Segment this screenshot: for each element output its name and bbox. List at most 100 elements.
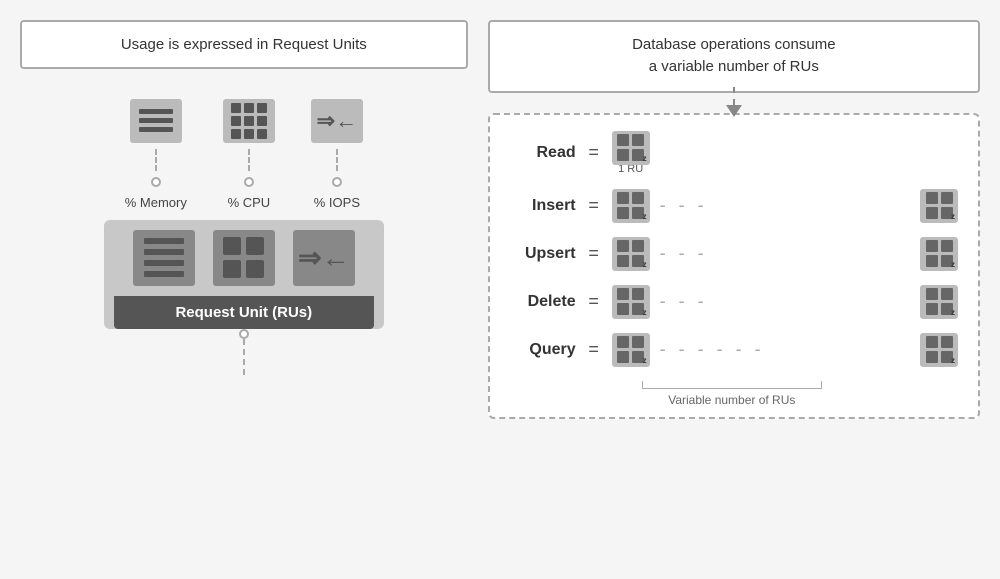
- op-equals-delete: =: [586, 291, 602, 312]
- upsert-db-grid-2: [926, 240, 953, 267]
- read-db-icon: z: [612, 131, 650, 165]
- ru-cpu-cell-3: [223, 260, 241, 278]
- upsert-db-badge-1: z: [643, 260, 647, 269]
- ru-label: Request Unit (RUs): [114, 296, 374, 329]
- upsert-db-grid-1: [617, 240, 644, 267]
- memory-icon-box: [130, 99, 182, 143]
- op-label-upsert: Upsert: [506, 245, 576, 263]
- insert-db-icon-2: z: [920, 189, 958, 223]
- op-label-insert: Insert: [506, 197, 576, 215]
- q-db-c7: [926, 351, 938, 363]
- q-db-c2: [632, 336, 644, 348]
- variable-text: Variable number of RUs: [668, 393, 795, 407]
- arrow-down-icon: [726, 105, 742, 117]
- memory-circle: [151, 177, 161, 187]
- op-equals-upsert: =: [586, 243, 602, 264]
- q-db-c1: [617, 336, 629, 348]
- cpu-cell-5: [244, 116, 254, 126]
- memory-label: % Memory: [125, 195, 187, 210]
- op-row-insert: Insert = z - - -: [506, 189, 958, 223]
- u-db-c6: [941, 240, 953, 252]
- upsert-db-badge-2: z: [951, 260, 955, 269]
- right-title-text: Database operations consumea variable nu…: [632, 36, 835, 76]
- ru-cpu-cell-1: [223, 237, 241, 255]
- arrow-dashed-line: [733, 87, 735, 105]
- i-db-c5: [926, 192, 938, 204]
- q-db-c6: [941, 336, 953, 348]
- variable-bracket: [642, 381, 822, 389]
- i-db-c1: [617, 192, 629, 204]
- i-db-c2: [632, 192, 644, 204]
- ru-mem-line-2: [144, 249, 184, 255]
- insert-dashes: - - -: [660, 195, 910, 216]
- resources-section: % Memory: [20, 99, 468, 375]
- delete-db-grid-1: [617, 288, 644, 315]
- insert-db-badge-1: z: [643, 212, 647, 221]
- op-equals-read: =: [586, 142, 602, 163]
- op-row-delete: Delete = z - - -: [506, 285, 958, 319]
- d-db-c1: [617, 288, 629, 300]
- ru-mem-line-1: [144, 238, 184, 244]
- ru-memory-icon: [134, 230, 194, 285]
- insert-db-icon-1: z: [612, 189, 650, 223]
- d-db-c5: [926, 288, 938, 300]
- ru-dashed-down: [243, 339, 245, 375]
- op-equals-query: =: [586, 339, 602, 360]
- delete-db-icon-1: z: [612, 285, 650, 319]
- cpu-icon-box: [223, 99, 275, 143]
- r-db-c3: [617, 149, 629, 161]
- query-db-badge-1: z: [643, 356, 647, 365]
- query-db-grid-1: [617, 336, 644, 363]
- u-db-c7: [926, 255, 938, 267]
- i-db-c6: [941, 192, 953, 204]
- iops-icon: ⇒←: [317, 108, 357, 134]
- right-title: Database operations consumea variable nu…: [488, 20, 980, 93]
- ru-cpu-icon-box: [213, 230, 275, 286]
- op-row-query: Query = z - - - - - -: [506, 333, 958, 367]
- cpu-cell-1: [231, 103, 241, 113]
- left-panel: Usage is expressed in Request Units %: [20, 20, 468, 560]
- ru-icons-row: ⇒←: [133, 230, 355, 286]
- d-db-c2: [632, 288, 644, 300]
- ru-cpu-icon: [215, 229, 272, 286]
- i-db-c7: [926, 207, 938, 219]
- right-panel: Database operations consumea variable nu…: [488, 20, 980, 560]
- op-row-read: Read = z 1 RU: [506, 131, 958, 175]
- insert-db-badge-2: z: [951, 212, 955, 221]
- arrow-into-box: [726, 87, 742, 117]
- op-label-query: Query: [506, 341, 576, 359]
- query-db-icon-2: z: [920, 333, 958, 367]
- u-db-c5: [926, 240, 938, 252]
- memory-icon: [131, 103, 181, 138]
- cpu-cell-7: [231, 129, 241, 139]
- insert-db-grid-2: [926, 192, 953, 219]
- query-dashes: - - - - - -: [660, 339, 910, 360]
- d-db-c3: [617, 303, 629, 315]
- main-container: Usage is expressed in Request Units %: [20, 20, 980, 560]
- cpu-cell-4: [231, 116, 241, 126]
- r-db-c1: [617, 134, 629, 146]
- op-row-upsert: Upsert = z - - -: [506, 237, 958, 271]
- ru-cpu-cell-4: [246, 260, 264, 278]
- u-db-c3: [617, 255, 629, 267]
- ru-memory-icon-box: [133, 230, 195, 286]
- ru-cpu-cell-2: [246, 237, 264, 255]
- cpu-dashed-line: [248, 149, 250, 171]
- cpu-cell-3: [257, 103, 267, 113]
- memory-line-2: [139, 118, 173, 123]
- iops-label: % IOPS: [314, 195, 360, 210]
- ru-mem-line-4: [144, 271, 184, 277]
- d-db-c7: [926, 303, 938, 315]
- memory-dashed-line: [155, 149, 157, 171]
- iops-circle: [332, 177, 342, 187]
- memory-line-1: [139, 109, 173, 114]
- read-db-grid: [617, 134, 644, 161]
- ops-container: Read = z 1 RU: [488, 113, 980, 419]
- u-db-c1: [617, 240, 629, 252]
- ru-iops-icon-box: ⇒←: [293, 230, 355, 286]
- cpu-circle: [244, 177, 254, 187]
- cpu-icon: [225, 97, 273, 145]
- left-title: Usage is expressed in Request Units: [20, 20, 468, 69]
- d-db-c6: [941, 288, 953, 300]
- iops-dashed-line: [336, 149, 338, 171]
